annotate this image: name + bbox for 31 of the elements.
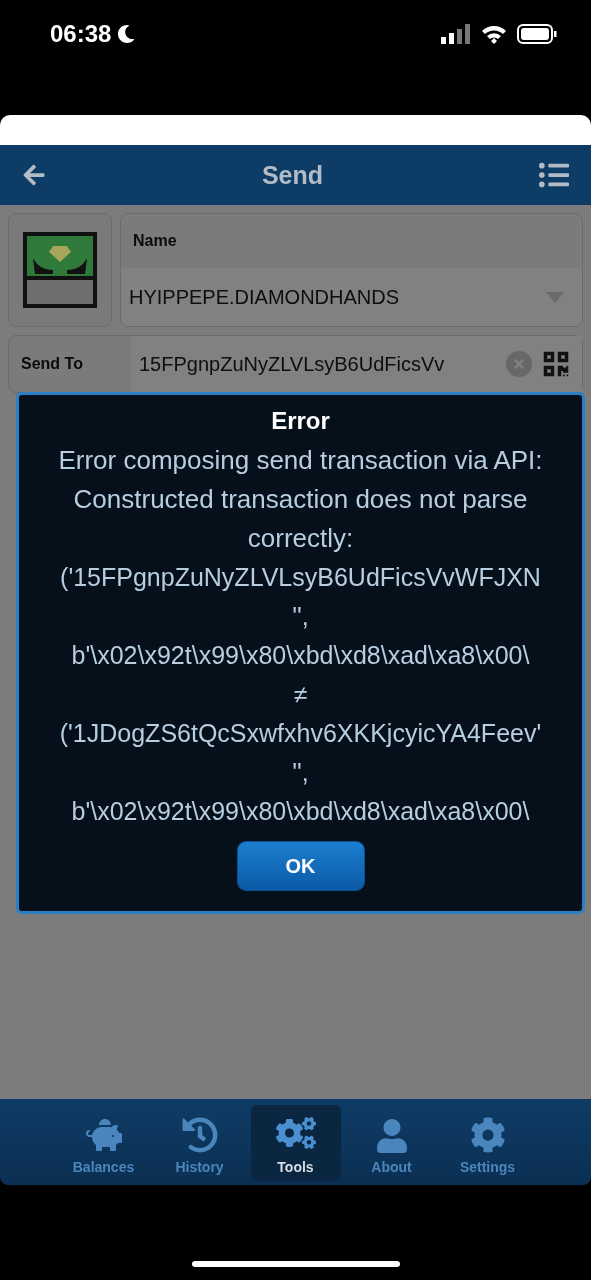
list-button[interactable] bbox=[539, 160, 569, 190]
status-time: 06:38 bbox=[50, 20, 112, 48]
tab[interactable]: Tools bbox=[250, 1105, 341, 1181]
close-icon bbox=[512, 357, 526, 371]
moon-icon bbox=[117, 25, 136, 43]
error-line: ('15FPgnpZuNyZLVLsyB6UdFicsVvWFJXN bbox=[60, 562, 541, 593]
error-line: b'\x02\x92t\x99\x80\xbd\xd8\xad\xa8\x00\ bbox=[71, 640, 530, 671]
ok-button[interactable]: OK bbox=[236, 841, 365, 891]
history-icon bbox=[181, 1117, 218, 1153]
error-line: '', bbox=[292, 601, 309, 632]
error-line: ≠ bbox=[293, 679, 308, 710]
error-line: b'\x02\x92t\x99\x80\xbd\xd8\xad\xa8\x00\ bbox=[71, 796, 530, 827]
signal-icon bbox=[441, 24, 471, 44]
error-line: '', bbox=[292, 757, 309, 788]
page-title: Send bbox=[261, 160, 324, 190]
tab[interactable]: About bbox=[346, 1105, 437, 1181]
field-label: Send To bbox=[21, 355, 83, 372]
back-button[interactable] bbox=[22, 163, 46, 187]
tab[interactable]: Settings bbox=[442, 1105, 533, 1181]
piggy-bank-icon bbox=[85, 1117, 122, 1153]
person-icon bbox=[374, 1119, 409, 1153]
error-line: ('1JDogZS6tQcSxwfxhv6XKKjcyicYA4Feev' bbox=[59, 718, 542, 749]
tab[interactable]: History bbox=[154, 1105, 245, 1181]
field-label: Name bbox=[133, 232, 177, 250]
qr-code-button[interactable] bbox=[542, 350, 570, 378]
settings-icon bbox=[469, 1117, 506, 1153]
dialog-title: Error bbox=[271, 407, 330, 435]
tab[interactable]: Balances bbox=[58, 1105, 149, 1181]
wifi-icon bbox=[481, 24, 507, 44]
battery-icon bbox=[517, 24, 557, 44]
error-message: Error composing send transaction via API: Constructed transaction does not parse correctly: bbox=[57, 444, 544, 555]
